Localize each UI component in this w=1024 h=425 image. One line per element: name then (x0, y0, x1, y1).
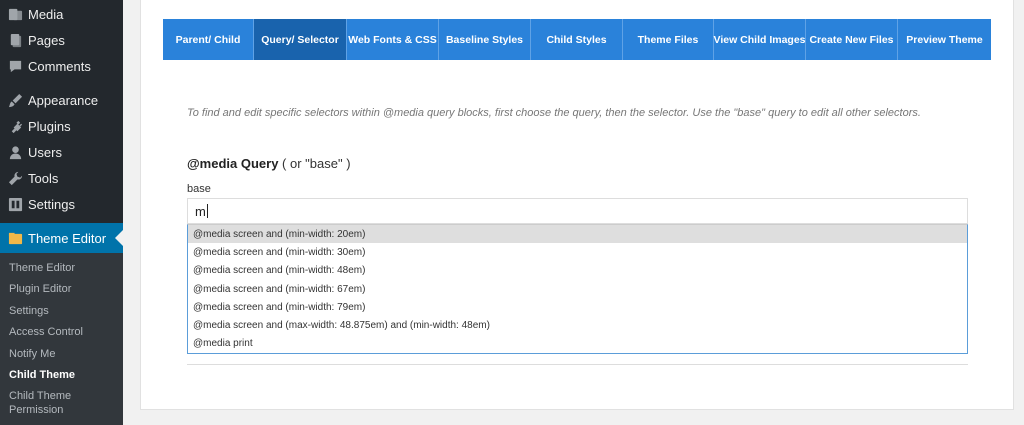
sidebar-item-label: Comments (28, 58, 91, 74)
submenu-item-child-theme-permission[interactable]: Child Theme Permission (9, 389, 119, 417)
sidebar-item-label: Pages (28, 32, 65, 48)
current-query-label: base (187, 183, 211, 195)
text-caret (206, 204, 208, 218)
tab-bar: Parent/ Child Query/ Selector Web Fonts … (163, 19, 991, 60)
tab-child-styles[interactable]: Child Styles (531, 19, 623, 60)
submenu-item-access-control[interactable]: Access Control (9, 325, 119, 339)
tools-icon (7, 170, 23, 186)
tab-web-fonts-css[interactable]: Web Fonts & CSS (347, 19, 439, 60)
appearance-icon (7, 92, 23, 108)
query-option[interactable]: @media print (188, 335, 967, 353)
comments-icon (7, 58, 23, 74)
sidebar-item-comments[interactable]: Comments (0, 53, 123, 79)
sidebar-item-tools[interactable]: Tools (0, 165, 123, 191)
query-option[interactable]: @media screen and (min-width: 67em) (188, 280, 967, 298)
sidebar-item-label: Tools (28, 170, 59, 186)
active-indicator (115, 230, 123, 246)
sidebar-item-label: Users (28, 144, 62, 160)
sidebar-item-users[interactable]: Users (0, 139, 123, 165)
tab-create-new-files[interactable]: Create New Files (806, 19, 898, 60)
query-autocomplete-list: @media screen and (min-width: 20em) @med… (187, 224, 968, 354)
query-input-value: m (195, 203, 206, 219)
sidebar-item-media[interactable]: Media (0, 1, 123, 27)
admin-sidebar: Media Pages Comments Appearance Plugins … (0, 0, 123, 425)
tab-view-child-images[interactable]: View Child Images (714, 19, 806, 60)
query-option[interactable]: @media screen and (min-width: 30em) (188, 243, 967, 261)
sidebar-item-label: Appearance (28, 92, 99, 108)
pages-icon (7, 32, 23, 48)
users-icon (7, 144, 23, 160)
submenu-item-child-theme[interactable]: Child Theme (9, 368, 119, 382)
sidebar-item-appearance[interactable]: Appearance (0, 87, 123, 113)
tab-preview-theme[interactable]: Preview Theme (898, 19, 991, 60)
submenu: Theme Editor Plugin Editor Settings Acce… (0, 253, 123, 425)
tab-query-selector[interactable]: Query/ Selector (254, 19, 347, 60)
tab-theme-files[interactable]: Theme Files (623, 19, 714, 60)
heading-soft: ( or "base" ) (278, 156, 351, 171)
query-option[interactable]: @media screen and (max-width: 48.875em) … (188, 316, 967, 334)
section-heading: @media Query ( or "base" ) (187, 156, 351, 171)
media-icon (7, 6, 23, 22)
plugins-icon (7, 118, 23, 134)
submenu-item-settings[interactable]: Settings (9, 304, 119, 318)
tab-parent-child[interactable]: Parent/ Child (163, 19, 254, 60)
tab-baseline-styles[interactable]: Baseline Styles (439, 19, 531, 60)
settings-icon (7, 196, 23, 212)
sidebar-item-label: Theme Editor (28, 230, 107, 246)
query-option[interactable]: @media screen and (min-width: 20em) (188, 225, 967, 244)
theme-editor-icon (7, 230, 23, 246)
sidebar-item-label: Media (28, 6, 64, 22)
help-text: To find and edit specific selectors with… (187, 107, 921, 119)
submenu-item-notify-me[interactable]: Notify Me (9, 347, 119, 361)
query-option[interactable]: @media screen and (min-width: 79em) (188, 298, 967, 316)
section-divider (187, 364, 968, 365)
sidebar-item-pages[interactable]: Pages (0, 27, 123, 53)
sidebar-item-settings[interactable]: Settings (0, 191, 123, 217)
query-option[interactable]: @media screen and (min-width: 48em) (188, 262, 967, 280)
sidebar-item-label: Plugins (28, 118, 71, 134)
submenu-item-theme-editor[interactable]: Theme Editor (9, 261, 119, 275)
sidebar-item-theme-editor[interactable]: Theme Editor (0, 223, 123, 253)
heading-strong: @media Query (187, 156, 279, 171)
query-search-input[interactable]: m (187, 198, 968, 224)
submenu-item-plugin-editor[interactable]: Plugin Editor (9, 282, 119, 296)
sidebar-item-plugins[interactable]: Plugins (0, 113, 123, 139)
sidebar-item-label: Settings (28, 196, 75, 212)
